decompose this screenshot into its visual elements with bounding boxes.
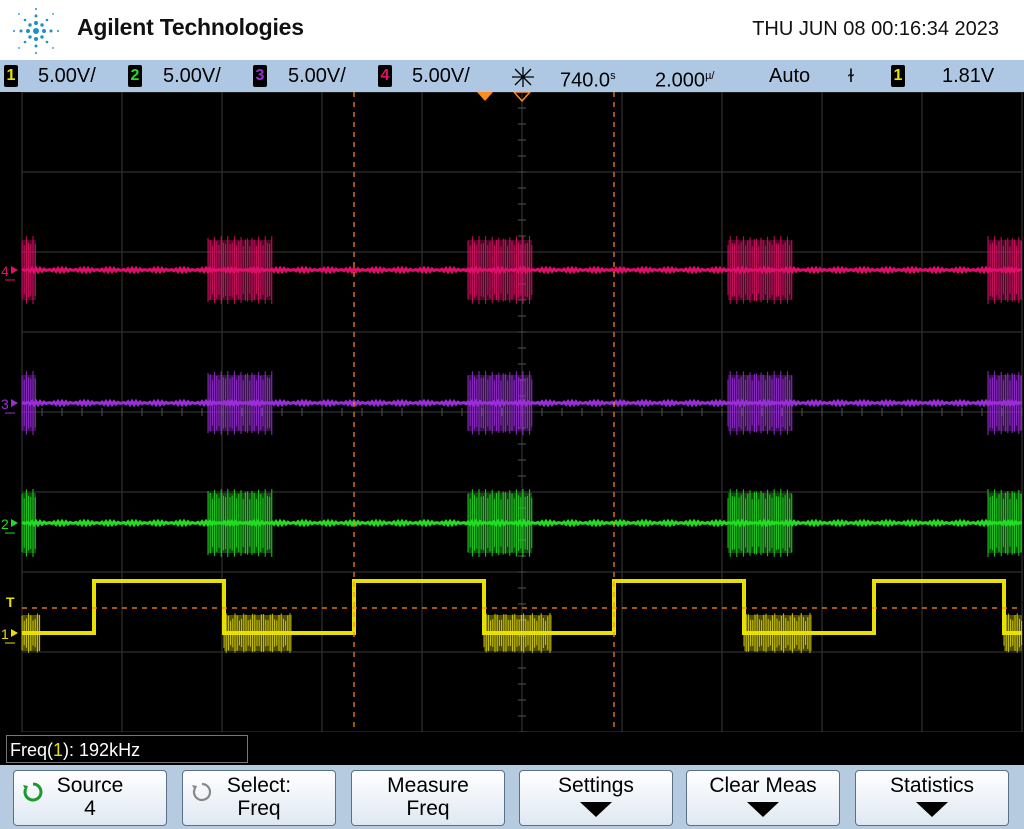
channel-3-trace: [21, 371, 1023, 435]
channel-4-scale: 5.00V/: [412, 65, 470, 87]
channel-1-scale: 5.00V/: [38, 65, 96, 87]
measure-softkey[interactable]: Measure Freq: [351, 770, 505, 826]
waveform-display[interactable]: 4 3 2 1 T: [0, 92, 1024, 732]
statistics-softkey[interactable]: Statistics: [855, 770, 1009, 826]
measurement-readout: Freq(1): 192kHz: [6, 735, 248, 763]
channel-4-badge[interactable]: 4: [378, 65, 392, 87]
timebase-value: 2.000µ/: [655, 69, 715, 92]
source-softkey[interactable]: Source 4: [13, 770, 167, 826]
submenu-arrow-icon: [916, 802, 948, 817]
trigger-level: 1.81V: [942, 65, 995, 87]
channel-ground-marker[interactable]: 3: [1, 396, 9, 412]
channel-markers[interactable]: 4 3 2 1 T: [1, 263, 18, 644]
channel-3-badge[interactable]: 3: [253, 65, 267, 87]
channel-3-scale: 5.00V/: [288, 65, 346, 87]
submenu-arrow-icon: [747, 802, 779, 817]
channel-2-badge[interactable]: 2: [128, 65, 142, 87]
entry-knob-icon: [23, 782, 43, 802]
ground-arrow-icon: [11, 629, 18, 637]
delay-value: 740.0s: [560, 69, 616, 92]
ground-arrow-icon: [11, 399, 18, 407]
channel-ground-marker[interactable]: 4: [1, 263, 9, 279]
trigger-level-marker[interactable]: T: [6, 594, 15, 610]
ground-arrow-icon: [11, 519, 18, 527]
trigger-channel-badge[interactable]: 1: [891, 65, 905, 87]
select-softkey[interactable]: Select: Freq: [182, 770, 336, 826]
channel-ground-marker[interactable]: 2: [1, 516, 9, 532]
channel-4-trace: [21, 236, 1023, 304]
trigger-position-marker[interactable]: [477, 92, 493, 101]
submenu-arrow-icon: [580, 802, 612, 817]
channel-2-scale: 5.00V/: [163, 65, 221, 87]
trigger-slope-icon: ɫ: [848, 66, 854, 86]
ground-arrow-icon: [11, 266, 18, 274]
title-bar: Agilent Technologies THU JUN 08 00:16:34…: [0, 0, 1024, 60]
status-bar: 1 5.00V/ 2 5.00V/ 3 5.00V/ 4 5.00V/ 740.…: [0, 60, 1024, 92]
channel-ground-marker[interactable]: 1: [1, 626, 9, 642]
trigger-mode: Auto: [769, 65, 811, 87]
channel-2-trace: [21, 489, 1023, 557]
date-time: THU JUN 08 00:16:34 2023: [752, 18, 999, 40]
entry-knob-icon: [192, 782, 212, 802]
settings-softkey[interactable]: Settings: [519, 770, 673, 826]
channel-1-badge[interactable]: 1: [4, 65, 18, 87]
softkey-bar: Source 4 Select: Freq Measure Freq Settings…: [0, 765, 1024, 829]
delay-icon: [512, 67, 534, 87]
brand-name: Agilent Technologies: [77, 14, 304, 40]
clear-meas-softkey[interactable]: Clear Meas: [686, 770, 840, 826]
agilent-spark-logo: [13, 8, 59, 54]
